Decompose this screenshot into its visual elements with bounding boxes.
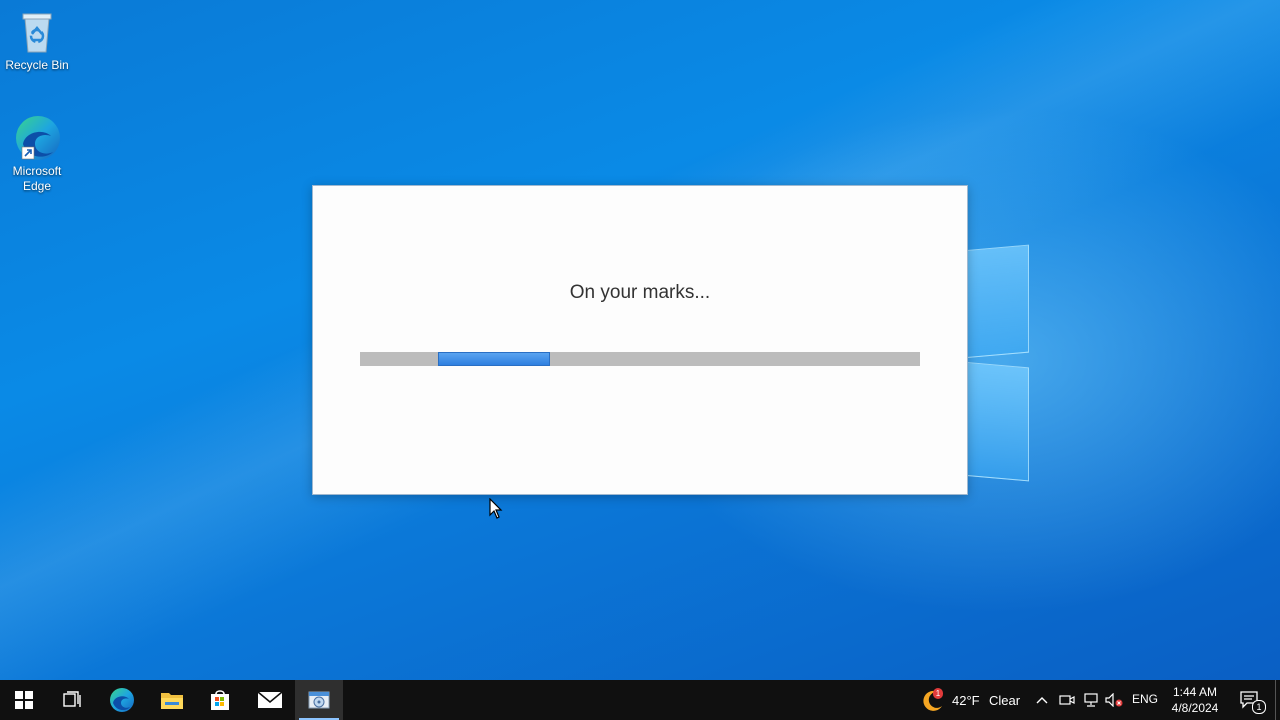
start-icon <box>15 691 33 709</box>
recycle-bin-icon <box>13 8 61 56</box>
desktop-icon-label: Microsoft Edge <box>12 164 62 193</box>
file-explorer-icon <box>161 693 183 709</box>
edge-icon <box>13 114 61 162</box>
clock-time: 1:44 AM <box>1172 685 1218 699</box>
taskbar-mail-button[interactable] <box>246 680 294 720</box>
mouse-cursor-icon <box>489 497 503 525</box>
network-icon <box>1084 693 1098 707</box>
mail-icon <box>257 691 283 708</box>
task-view-button[interactable] <box>48 680 96 720</box>
show-desktop-button[interactable] <box>1275 680 1276 720</box>
clock-date: 4/8/2024 <box>1171 701 1219 715</box>
volume-button[interactable] <box>1103 680 1125 720</box>
weather-widget[interactable]: 1 <box>918 686 948 714</box>
desktop-icon-recycle-bin[interactable]: Recycle Bin <box>1 8 73 73</box>
start-button[interactable] <box>0 680 48 720</box>
notification-count-badge: 1 <box>1252 700 1266 714</box>
progress-bar-fill <box>438 352 550 366</box>
weather-badge: 1 <box>933 688 943 699</box>
setup-progress-dialog: On your marks... <box>312 185 968 495</box>
dialog-message: On your marks... <box>569 282 711 303</box>
store-icon <box>211 690 229 710</box>
progress-bar-track <box>360 352 920 366</box>
language-indicator[interactable]: ENG <box>1132 692 1158 706</box>
edge-icon <box>110 688 134 712</box>
volume-muted-icon <box>1105 693 1123 707</box>
setup-app-icon <box>308 691 330 709</box>
taskbar-edge-button[interactable] <box>98 680 146 720</box>
action-center-button[interactable]: 1 <box>1232 680 1268 720</box>
desktop-icon-microsoft-edge[interactable]: Microsoft Edge <box>1 114 73 194</box>
network-button[interactable] <box>1080 680 1102 720</box>
taskbar-store-button[interactable] <box>196 680 244 720</box>
task-view-icon <box>63 691 81 707</box>
taskbar-file-explorer-button[interactable] <box>148 680 196 720</box>
weather-condition: Clear <box>989 693 1021 708</box>
chevron-up-icon <box>1036 697 1048 704</box>
taskbar: 1 42°F Clear ENG 1:44 AM 4/8/2024 1 <box>0 680 1280 720</box>
camera-icon <box>1059 695 1075 705</box>
weather-temperature: 42°F <box>952 693 980 708</box>
clock[interactable]: 1:44 AM 4/8/2024 <box>1164 684 1226 716</box>
show-hidden-icons-button[interactable] <box>1032 680 1052 720</box>
desktop-icon-label: Recycle Bin <box>5 58 69 72</box>
meet-now-button[interactable] <box>1056 680 1078 720</box>
taskbar-setup-app-button[interactable] <box>295 680 343 720</box>
